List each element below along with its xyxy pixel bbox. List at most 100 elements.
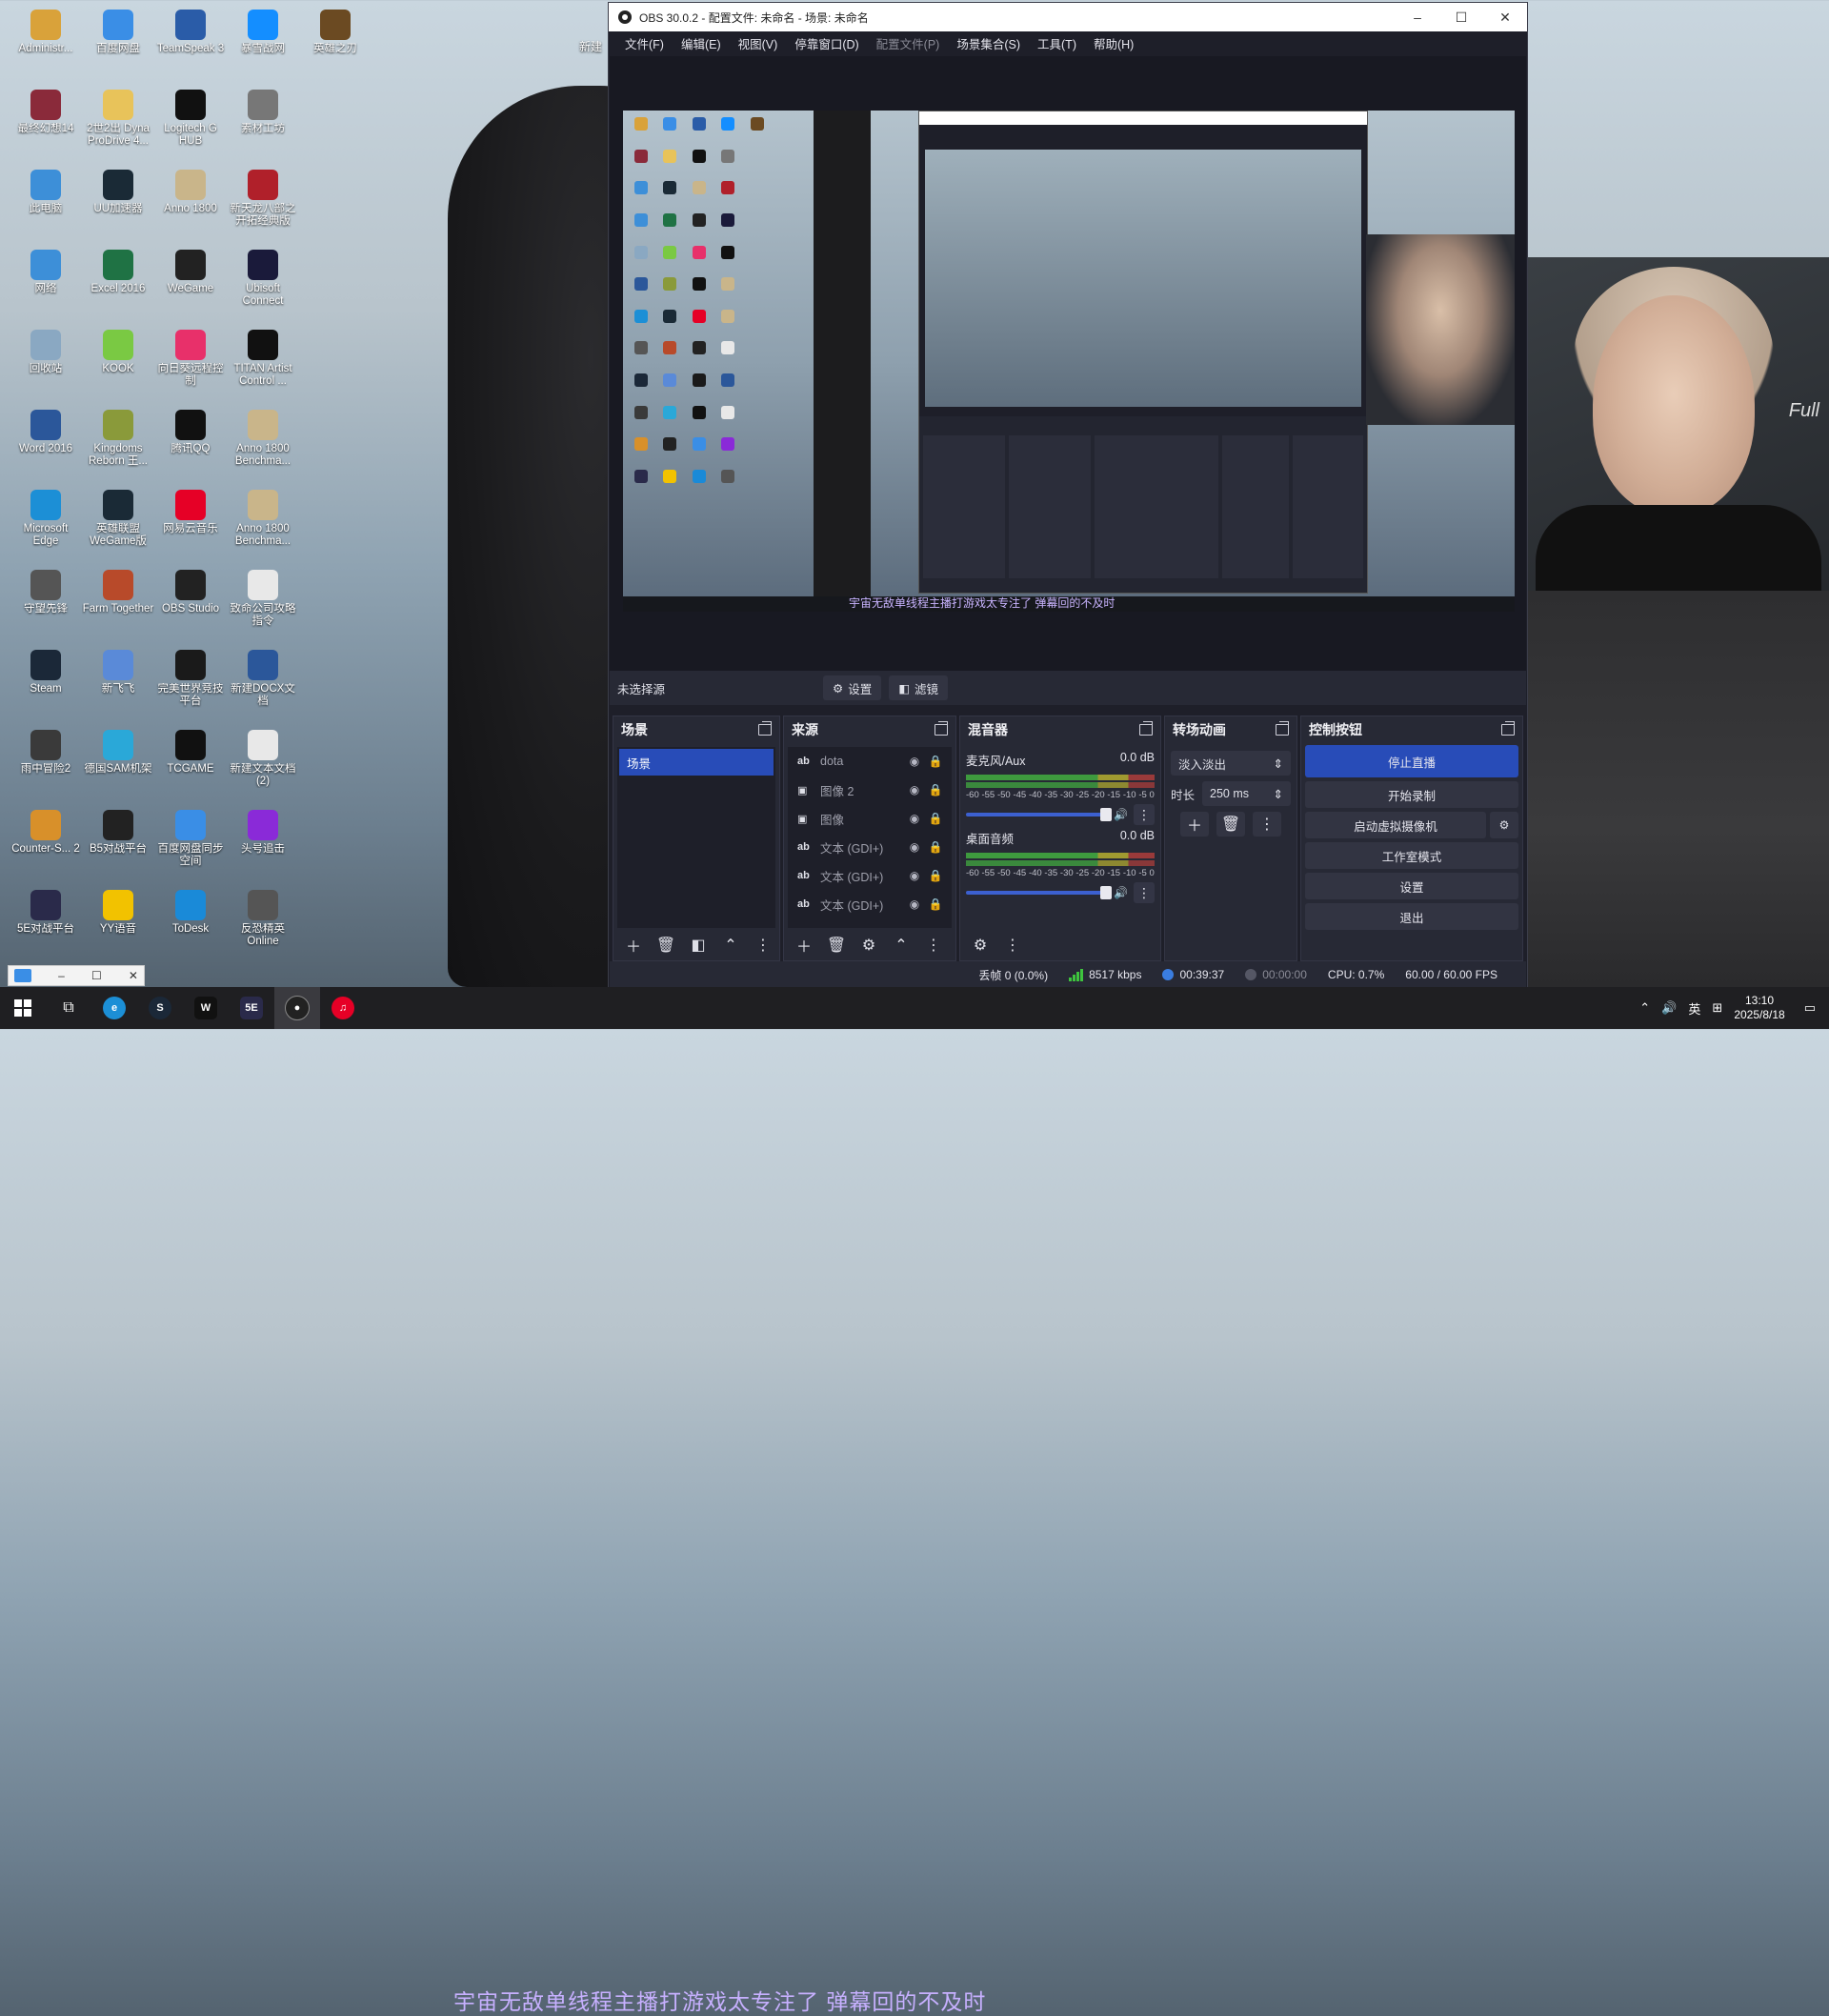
visibility-icon[interactable]: ◉ (904, 869, 925, 882)
menu-tools[interactable]: 工具(T) (1029, 34, 1085, 52)
channel-menu-button[interactable]: ⋮ (1134, 882, 1155, 903)
lock-icon[interactable]: 🔒 (925, 812, 946, 825)
desktop-icon[interactable]: B5对战平台 (82, 808, 154, 856)
exit-button[interactable]: 退出 (1305, 903, 1518, 930)
volume-slider[interactable] (966, 808, 1113, 821)
channel-menu-button[interactable]: ⋮ (1134, 804, 1155, 825)
undock-icon[interactable] (935, 721, 948, 736)
transition-select[interactable]: 淡入淡出 ⇕ (1171, 751, 1291, 776)
desktop-icon[interactable]: 网络 (10, 248, 82, 295)
desktop-icon[interactable]: 守望先锋 (10, 568, 82, 615)
source-more-button[interactable]: ⋮ (919, 933, 948, 958)
desktop-icon[interactable]: Kingdoms Reborn 王... (82, 408, 154, 468)
minimize-icon[interactable]: – (58, 969, 65, 982)
lock-icon[interactable]: 🔒 (925, 897, 946, 911)
maximize-button[interactable]: ☐ (1439, 3, 1483, 31)
desktop-icon[interactable]: Anno 1800 (154, 168, 227, 215)
lock-icon[interactable]: 🔒 (925, 840, 946, 854)
move-scene-up-button[interactable]: ⌃ (716, 933, 745, 958)
source-row[interactable]: ▣ 图像 2 ◉ 🔒 (788, 776, 952, 804)
source-row[interactable]: ab dota ◉ 🔒 (788, 747, 952, 776)
input-language[interactable]: 英 (1688, 999, 1700, 1018)
visibility-icon[interactable]: ◉ (904, 812, 925, 825)
source-row[interactable]: ab 文本 (GDI+) ◉ 🔒 (788, 890, 952, 918)
undock-icon[interactable] (1501, 721, 1515, 736)
volume-icon[interactable]: 🔊 (1661, 1000, 1677, 1016)
virtual-camera-settings-gear-icon[interactable]: ⚙ (1490, 812, 1518, 838)
desktop-icon[interactable]: 最终幻想14 (10, 88, 82, 135)
add-source-button[interactable]: ＋ (790, 933, 818, 958)
taskbar-obs[interactable]: ● (274, 987, 320, 1029)
desktop-icon[interactable]: 新建DOCX文档 (227, 648, 299, 708)
desktop-icon[interactable]: YY语音 (82, 888, 154, 936)
desktop-icon[interactable]: 2世2出 Dyna ProDrive 4... (82, 88, 154, 148)
desktop-icon[interactable]: 新建文本文档 (2) (227, 728, 299, 788)
taskbar-steam[interactable]: S (137, 987, 183, 1029)
menu-help[interactable]: 帮助(H) (1085, 34, 1142, 52)
desktop-icon[interactable]: Anno 1800 Benchma... (227, 488, 299, 548)
move-source-up-button[interactable]: ⌃ (887, 933, 915, 958)
desktop-icon[interactable]: 百度网盘同步空间 (154, 808, 227, 868)
mixer-more-button[interactable]: ⋮ (998, 933, 1027, 958)
scene-more-button[interactable]: ⋮ (749, 933, 777, 958)
desktop-icon[interactable]: Administr... (10, 8, 82, 55)
taskbar-5e[interactable]: 5E (229, 987, 274, 1029)
menu-file[interactable]: 文件(F) (616, 34, 673, 52)
menu-edit[interactable]: 编辑(E) (673, 34, 730, 52)
desktop-icon[interactable]: Excel 2016 (82, 248, 154, 295)
desktop-icon[interactable]: 腾讯QQ (154, 408, 227, 455)
source-filters-button[interactable]: ◧ 滤镜 (889, 675, 949, 700)
preview-area[interactable]: 宇宙无敌单线程主播打游戏太专注了 弹幕回的不及时 (610, 56, 1526, 671)
desktop-icon[interactable]: 向日葵远程控制 (154, 328, 227, 388)
menu-profile[interactable]: 配置文件(P) (868, 34, 949, 52)
desktop-icon[interactable]: 新天龙八部之 开拓经典版 (227, 168, 299, 228)
task-view-button[interactable]: ⧉ (46, 987, 91, 1029)
visibility-icon[interactable]: ◉ (904, 783, 925, 796)
undock-icon[interactable] (1139, 721, 1153, 736)
undock-icon[interactable] (758, 721, 772, 736)
desktop-icon[interactable]: TITAN Artist Control ... (227, 328, 299, 388)
taskbar-titan[interactable]: W (183, 987, 229, 1029)
desktop-icon[interactable]: 反恐精英 Online (227, 888, 299, 948)
desktop-icon[interactable]: Microsoft Edge (10, 488, 82, 548)
advanced-audio-button[interactable]: ⚙ (966, 933, 995, 958)
desktop-icon[interactable]: 雨中冒险2 (10, 728, 82, 776)
source-row[interactable]: ▣ 图像 ◉ 🔒 (788, 804, 952, 833)
menu-docks[interactable]: 停靠窗口(D) (786, 34, 867, 52)
source-row[interactable]: ab 文本 (GDI+) ◉ 🔒 (788, 861, 952, 890)
scene-filters-button[interactable]: ◧ (684, 933, 713, 958)
visibility-icon[interactable]: ◉ (904, 897, 925, 911)
volume-slider-thumb[interactable] (1100, 886, 1113, 899)
scene-item[interactable]: 场景 (619, 749, 774, 776)
desktop-icon[interactable]: Ubisoft Connect (227, 248, 299, 308)
volume-slider-thumb[interactable] (1100, 808, 1113, 821)
speaker-icon[interactable]: 🔊 (1114, 886, 1128, 899)
start-button[interactable] (0, 987, 46, 1029)
desktop-icon[interactable]: 回收站 (10, 328, 82, 375)
minimize-button[interactable]: – (1396, 3, 1439, 31)
close-button[interactable]: ✕ (1483, 3, 1527, 31)
spin-arrows-icon[interactable]: ⇕ (1274, 787, 1283, 801)
desktop-icon[interactable]: 新飞飞 (82, 648, 154, 696)
desktop-icon[interactable]: Steam (10, 648, 82, 696)
start-recording-button[interactable]: 开始录制 (1305, 781, 1518, 808)
menu-view[interactable]: 视图(V) (730, 34, 787, 52)
menu-scene-collection[interactable]: 场景集合(S) (948, 34, 1029, 52)
chevron-up-icon[interactable]: ⌃ (1639, 1000, 1650, 1016)
desktop-icon[interactable]: 百度网盘 (82, 8, 154, 55)
ime-grid-icon[interactable]: ⊞ (1712, 1000, 1722, 1016)
desktop-icon[interactable]: 头号追击 (227, 808, 299, 856)
settings-button[interactable]: 设置 (1305, 873, 1518, 899)
desktop-icon[interactable]: ToDesk (154, 888, 227, 936)
taskbar-edge[interactable]: e (91, 987, 137, 1029)
desktop-icon[interactable]: 此电脑 (10, 168, 82, 215)
desktop-icon[interactable]: TeamSpeak 3 (154, 8, 227, 55)
add-scene-button[interactable]: ＋ (619, 933, 648, 958)
desktop-icon[interactable]: Counter-S... 2 (10, 808, 82, 856)
close-icon[interactable]: ✕ (129, 969, 138, 982)
duration-input[interactable]: 250 ms ⇕ (1202, 781, 1291, 806)
remove-scene-button[interactable]: 🗑 (652, 933, 680, 958)
source-settings-button[interactable]: ⚙ 设置 (823, 675, 882, 700)
desktop-icon[interactable]: WeGame (154, 248, 227, 295)
notification-icon[interactable]: ▭ (1804, 1000, 1816, 1016)
